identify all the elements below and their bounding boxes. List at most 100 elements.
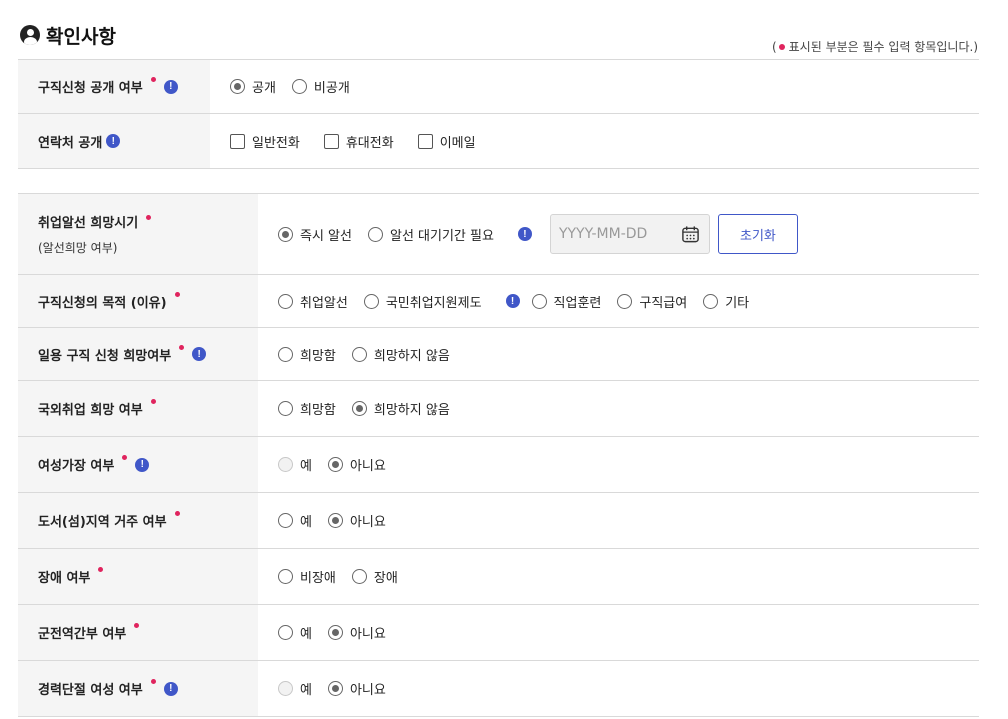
row-label: 연락처 공개 ! <box>18 114 210 168</box>
radio-button[interactable] <box>351 569 367 584</box>
radio-button[interactable] <box>278 293 293 309</box>
option-label: 비장애 <box>300 571 336 586</box>
radio-job-benefit[interactable]: 구직급여 <box>617 292 687 311</box>
radio-button[interactable] <box>278 401 293 416</box>
radio-other[interactable]: 기타 <box>703 292 749 311</box>
user-icon <box>20 25 40 45</box>
label-text: 일용 구직 신청 희망여부 <box>38 348 172 364</box>
required-note-paren: ( <box>771 39 777 54</box>
radio-non-disabled[interactable]: 비장애 <box>278 567 336 586</box>
row-career-break: 경력단절 여성 여부 ! 예 아니요 <box>18 661 979 717</box>
radio-button[interactable] <box>703 293 719 309</box>
radio-button[interactable] <box>367 226 383 242</box>
required-dot-icon <box>778 43 785 50</box>
required-dot-icon <box>150 77 156 82</box>
radio-button[interactable] <box>327 681 343 696</box>
radio-female-head-no[interactable]: 아니요 <box>327 455 386 474</box>
radio-daily-yes[interactable]: 희망함 <box>278 345 336 364</box>
option-label: 기타 <box>725 295 750 311</box>
job-request-section: 취업알선 희망시기 (알선희망 여부) 즉시 알선 알선 대기기간 필요 ! Y… <box>18 193 979 717</box>
radio-button <box>278 681 293 696</box>
radio-training[interactable]: 직업훈련 <box>531 292 602 311</box>
row-military: 군전역간부 여부 예 아니요 <box>18 605 979 661</box>
info-icon[interactable]: ! <box>163 681 178 696</box>
row-purpose: 구직신청의 목적 (이유) 취업알선 국민취업지원제도 ! 직업훈련 구직급여 … <box>18 275 979 328</box>
info-icon[interactable]: ! <box>163 79 178 94</box>
radio-disabled[interactable]: 장애 <box>351 567 398 586</box>
calendar-icon[interactable] <box>681 225 700 244</box>
radio-button[interactable] <box>363 293 379 309</box>
radio-immediate[interactable]: 즉시 알선 <box>278 225 352 244</box>
radio-public[interactable]: 공개 <box>230 77 276 96</box>
checkbox[interactable] <box>323 133 339 149</box>
radio-button[interactable] <box>291 79 307 94</box>
option-label: 알선 대기기간 필요 <box>389 228 494 244</box>
required-note-text: 표시된 부분은 필수 입력 항목입니다.) <box>788 40 978 54</box>
section-header: 확인사항 <box>20 22 116 48</box>
radio-national-support[interactable]: 국민취업지원제도 <box>363 292 482 311</box>
row-contact: 연락처 공개 ! 일반전화 휴대전화 이메일 <box>18 114 979 169</box>
row-value: 비장애 장애 <box>258 549 414 604</box>
info-icon[interactable]: ! <box>192 347 207 361</box>
radio-island-yes[interactable]: 예 <box>278 511 312 530</box>
radio-button[interactable] <box>351 401 367 416</box>
radio-button[interactable] <box>278 625 293 640</box>
radio-button[interactable] <box>230 79 245 94</box>
label-text: 구직신청의 목적 (이유) <box>38 295 167 311</box>
row-disability: 장애 여부 비장애 장애 <box>18 549 979 605</box>
row-overseas: 국외취업 희망 여부 희망함 희망하지 않음 <box>18 381 979 437</box>
option-label: 공개 <box>252 81 276 96</box>
radio-button[interactable] <box>278 569 293 584</box>
label-text: 경력단절 여성 여부 <box>38 683 143 698</box>
row-label: 군전역간부 여부 <box>18 605 258 660</box>
option-label: 구직급여 <box>639 295 688 311</box>
radio-military-yes[interactable]: 예 <box>278 623 312 642</box>
info-icon[interactable]: ! <box>517 227 532 241</box>
option-label: 아니요 <box>349 459 386 474</box>
label-text: 도서(섬)지역 거주 여부 <box>38 515 167 530</box>
radio-career-break-no[interactable]: 아니요 <box>327 679 386 698</box>
radio-overseas-no[interactable]: 희망하지 않음 <box>351 399 450 418</box>
radio-button[interactable] <box>327 457 343 472</box>
option-label: 예 <box>300 515 312 530</box>
page-title: 확인사항 <box>46 25 116 48</box>
option-label: 희망함 <box>300 348 336 364</box>
row-label: 구직신청 공개 여부 ! <box>18 60 210 113</box>
radio-button[interactable] <box>531 293 547 309</box>
required-dot-icon <box>98 567 104 572</box>
option-label: 직업훈련 <box>553 295 602 311</box>
radio-daily-no[interactable]: 희망하지 않음 <box>351 345 450 364</box>
radio-button[interactable] <box>327 513 343 528</box>
checkbox-phone[interactable]: 일반전화 <box>230 132 300 151</box>
radio-military-no[interactable]: 아니요 <box>327 623 386 642</box>
option-label: 취업알선 <box>300 295 348 311</box>
radio-wait[interactable]: 알선 대기기간 필요 <box>367 225 494 244</box>
checkbox[interactable] <box>417 133 433 149</box>
label-text: 군전역간부 여부 <box>38 627 127 642</box>
info-icon[interactable]: ! <box>505 294 520 308</box>
radio-button[interactable] <box>351 346 367 362</box>
radio-button[interactable] <box>278 513 293 528</box>
info-icon[interactable]: ! <box>106 134 121 148</box>
radio-button[interactable] <box>617 293 633 309</box>
option-label: 국민취업지원제도 <box>385 295 482 311</box>
radio-overseas-yes[interactable]: 희망함 <box>278 399 336 418</box>
visibility-section: 구직신청 공개 여부 ! 공개 비공개 연락처 공개 ! 일반전화 휴대전화 이… <box>18 59 979 169</box>
checkbox-mobile[interactable]: 휴대전화 <box>323 132 394 151</box>
info-icon[interactable]: ! <box>135 457 150 472</box>
required-dot-icon <box>174 511 180 516</box>
radio-island-no[interactable]: 아니요 <box>327 511 386 530</box>
radio-button[interactable] <box>327 625 343 640</box>
label-text: 장애 여부 <box>38 571 91 586</box>
checkbox[interactable] <box>230 133 245 149</box>
row-island: 도서(섬)지역 거주 여부 예 아니요 <box>18 493 979 549</box>
radio-private[interactable]: 비공개 <box>291 77 350 96</box>
date-input[interactable]: YYYY-MM-DD <box>549 214 710 254</box>
row-label: 취업알선 희망시기 (알선희망 여부) <box>18 194 258 274</box>
radio-job-placement[interactable]: 취업알선 <box>278 292 348 311</box>
checkbox-email[interactable]: 이메일 <box>417 132 476 151</box>
radio-button[interactable] <box>278 226 293 242</box>
radio-button[interactable] <box>278 346 293 362</box>
reset-button[interactable]: 초기화 <box>717 214 798 254</box>
option-label: 예 <box>300 459 312 474</box>
